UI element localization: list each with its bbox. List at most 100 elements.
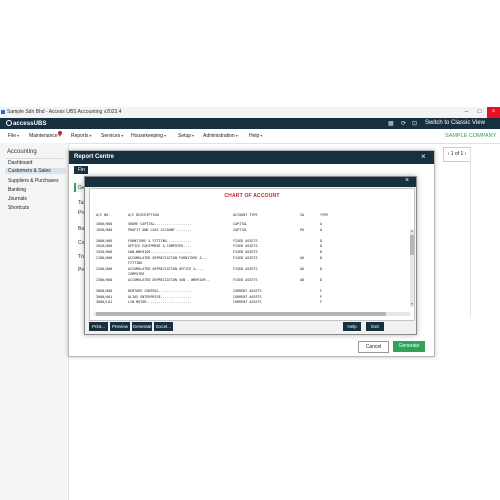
scroll-up-icon[interactable]: ▲ <box>410 229 414 233</box>
sidebar: Accounting Dashboard Customers & Sales S… <box>0 143 69 500</box>
preview-generate-button[interactable]: Generate <box>132 322 152 331</box>
minimize-button[interactable]: – <box>460 107 473 118</box>
menu-setup-label: Setup <box>178 133 192 139</box>
report-centre-header <box>69 151 434 164</box>
excel-button[interactable]: Excel... <box>154 322 173 331</box>
chevron-down-icon: ▾ <box>17 133 20 138</box>
cell-ac-no: 3000/000 <box>96 289 113 294</box>
sidebar-item-banking[interactable]: Banking <box>8 187 26 193</box>
sidebar-divider <box>6 158 64 159</box>
menu-administration-label: Administration <box>203 133 235 139</box>
cell-type2: F <box>320 294 323 299</box>
preview-close-icon[interactable]: × <box>405 177 409 184</box>
window-close-button[interactable]: × <box>487 107 500 118</box>
exit-button[interactable]: Exit <box>366 322 384 331</box>
scroll-down-icon[interactable]: ▼ <box>410 302 414 306</box>
cell-sa: AD <box>300 255 305 260</box>
cell-type: CURRENT ASSETS <box>233 300 262 305</box>
window-title: Sample Sdn Bhd - Access UBS Accounting v… <box>7 109 122 115</box>
report-title: CHART OF ACCOUNT <box>224 193 280 199</box>
chevron-down-icon: ▾ <box>235 133 238 138</box>
header-type: TYPE <box>320 213 329 217</box>
sidebar-item-suppliers-purchases[interactable]: Suppliers & Purchases <box>8 178 59 184</box>
cell-type: CURRENT ASSETS <box>233 294 262 299</box>
category-tab-financial[interactable]: Fin <box>78 167 85 173</box>
brand-bar: accessUBS ▦ ⟳ ⊡ Switch to Classic View <box>0 118 500 129</box>
cell-desc: LIN MOTOR...................... <box>128 300 192 305</box>
chevron-down-icon: ▾ <box>121 133 124 138</box>
table-row: 2030/000 VAN-WBF6109.................... F… <box>90 250 400 255</box>
refresh-icon[interactable]: ⟳ <box>401 120 406 127</box>
cell-desc: VAN-WBF6109.................... <box>128 250 192 254</box>
cell-ac-no: 2030/000 <box>96 250 113 254</box>
cell-type: FIXED ASSETS <box>233 278 258 282</box>
cell-type: FIXED ASSETS <box>233 266 258 271</box>
sidebar-heading: Accounting <box>7 149 37 155</box>
menu-housekeeping-label: Housekeeping <box>131 133 163 139</box>
vertical-scroll-thumb[interactable] <box>410 235 414 255</box>
sidebar-item-journals[interactable]: Journals <box>8 196 27 202</box>
menu-help-label: Help <box>249 133 260 139</box>
cell-type2: F <box>320 289 323 294</box>
preview-button[interactable]: Preview <box>110 322 130 331</box>
vertical-scrollbar[interactable]: ▲ ▼ <box>410 229 414 307</box>
sidebar-item-dashboard[interactable]: Dashboard <box>8 160 32 166</box>
page-indicator[interactable]: ‹ 1 of 1 › <box>443 147 471 162</box>
cell-desc: ACCUMULATED DEPRECIATION VAN - WBF6109.. <box>128 278 210 282</box>
cell-desc: ACCUMULATED DEPRECIATION OFFICE &.... <box>128 266 204 271</box>
horizontal-scroll-thumb[interactable] <box>96 312 386 316</box>
menu-maintenance-label: Maintenance <box>29 133 58 139</box>
sidebar-item-shortcuts[interactable]: Shortcuts <box>8 205 29 211</box>
menu-help[interactable]: Help▾ <box>249 133 262 139</box>
print-button[interactable]: Print... <box>89 322 108 331</box>
cell-ac-no: 3000/A01 <box>96 294 113 299</box>
cell-ac-no: 3000/L01 <box>96 300 113 305</box>
menu-reports[interactable]: Reports▾ <box>71 133 92 139</box>
cell-desc: ALIAS ENTERPRISE............... <box>128 294 192 299</box>
table-row: 3000/A01 ALIAS ENTERPRISE............... C… <box>90 295 400 300</box>
chevron-down-icon: ▾ <box>89 133 92 138</box>
cell-type: FIXED ASSETS <box>233 244 258 249</box>
sidebar-item-customers-sales[interactable]: Customers & Sales <box>5 168 66 174</box>
table-row: 2300/000 ACCUMULATED DEPRECIATION VAN - W… <box>90 278 400 283</box>
table-row <box>90 233 400 238</box>
maximize-button[interactable]: □ <box>473 107 486 118</box>
cell-ac-no: 2200/000 <box>96 266 113 271</box>
help-button[interactable]: Help <box>343 322 361 331</box>
menu-administration[interactable]: Administration▾ <box>203 133 238 139</box>
report-centre-title: Report Centre <box>74 154 115 160</box>
menu-bar: File▾ Maintenance▾ Reports▾ Services▾ Ho… <box>0 129 500 144</box>
header-sa: SA <box>300 213 305 217</box>
menu-reports-label: Reports <box>71 133 89 139</box>
menu-housekeeping[interactable]: Housekeeping▾ <box>131 133 166 139</box>
notification-badge <box>58 131 62 135</box>
menu-file[interactable]: File▾ <box>8 133 19 139</box>
cell-type: FIXED ASSETS <box>233 250 258 254</box>
cell-type2: D <box>320 250 323 254</box>
cell-desc: SHARE CAPITAL.................. <box>128 222 192 226</box>
cell-ac-no: 2000/000 <box>96 238 113 243</box>
cell-type: CURRENT ASSETS <box>233 289 262 294</box>
menu-maintenance[interactable]: Maintenance▾ <box>29 133 61 139</box>
table-row: 1000/000 SHARE CAPITAL.................. C… <box>90 222 400 227</box>
table-row: FITTING <box>90 261 400 266</box>
cell-sa: AD <box>300 266 305 271</box>
menu-services-label: Services <box>101 133 121 139</box>
cell-desc: PROFIT AND LOSS ACCOUNT........ <box>128 227 192 232</box>
cell-desc: OFFICE EQUIPMENT & COMPUTER.... <box>128 244 192 249</box>
lock-icon[interactable]: ⊡ <box>412 120 417 127</box>
table-row: 3000/000 DEBTORS CONTROL................ C… <box>90 289 400 294</box>
menu-setup[interactable]: Setup▾ <box>178 133 194 139</box>
table-row: 2000/000 FURNITURE & FITTING............ F… <box>90 239 400 244</box>
cell-type2: D <box>320 278 323 282</box>
cell-type: CAPITAL <box>233 227 248 232</box>
app-icon <box>1 110 5 114</box>
menu-services[interactable]: Services▾ <box>101 133 123 139</box>
cell-ac-no: 1000/000 <box>96 222 113 226</box>
switch-classic-view-link[interactable]: Switch to Classic View <box>425 120 485 126</box>
generate-button[interactable]: Generate <box>393 341 425 352</box>
horizontal-scrollbar[interactable] <box>94 312 410 316</box>
report-centre-close-icon[interactable]: × <box>421 152 426 161</box>
cancel-button[interactable]: Cancel <box>358 341 389 353</box>
calculator-icon[interactable]: ▦ <box>388 120 394 127</box>
